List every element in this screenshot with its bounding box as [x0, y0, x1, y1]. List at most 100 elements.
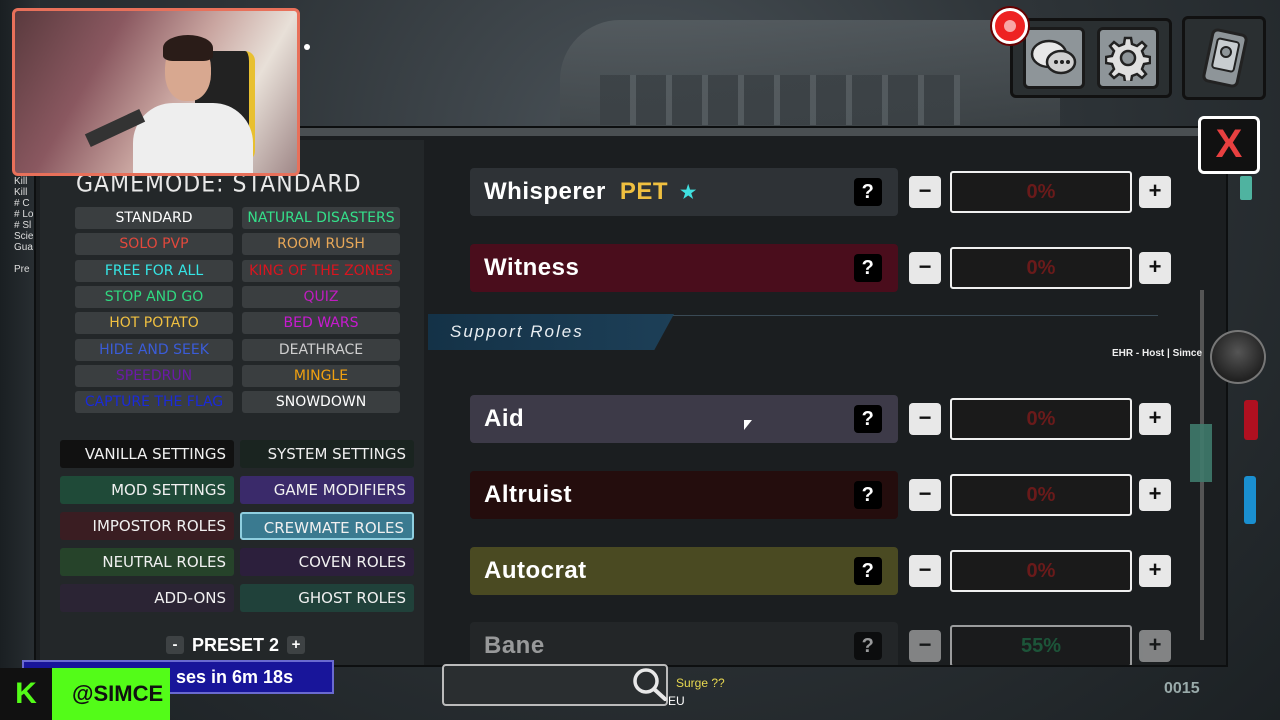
- gamemode-button[interactable]: DEATHRACE: [242, 338, 400, 361]
- gamemode-button[interactable]: KING OF THE ZONES: [242, 259, 400, 282]
- category-button[interactable]: MOD SETTINGS: [60, 476, 234, 504]
- spawn-chance-value: 0%: [950, 550, 1132, 592]
- decrease-button[interactable]: −: [909, 479, 941, 511]
- background-ship-window: [600, 75, 960, 125]
- decrease-button[interactable]: −: [909, 176, 941, 208]
- side-log-line: Kill: [14, 176, 28, 187]
- category-button[interactable]: CREWMATE ROLES: [240, 512, 414, 540]
- role-name: Witness: [484, 254, 580, 281]
- section-header-support-roles: Support Roles: [428, 314, 674, 350]
- spawn-chance-value: 0%: [950, 247, 1132, 289]
- role-name: Altruist: [484, 481, 572, 508]
- search-icon[interactable]: [630, 666, 670, 702]
- category-button[interactable]: COVEN ROLES: [240, 548, 414, 576]
- decrease-button[interactable]: −: [909, 555, 941, 587]
- gamemode-button[interactable]: ROOM RUSH: [242, 233, 400, 256]
- increase-button[interactable]: +: [1139, 403, 1171, 435]
- increase-button[interactable]: +: [1139, 252, 1171, 284]
- side-log-line: # Lo: [14, 209, 34, 220]
- bottom-text-1: Surge ??: [676, 676, 725, 690]
- role-help-button[interactable]: ?: [854, 481, 882, 509]
- role-help-button[interactable]: ?: [854, 405, 882, 433]
- preset-prev-button[interactable]: -: [166, 636, 184, 654]
- side-accent-blue: [1244, 476, 1256, 524]
- side-log-line: # Sl: [14, 220, 32, 231]
- preset-label: PRESET 2: [192, 634, 280, 655]
- gamemode-button[interactable]: HIDE AND SEEK: [75, 338, 233, 361]
- increase-button[interactable]: +: [1139, 555, 1171, 587]
- category-button[interactable]: SYSTEM SETTINGS: [240, 440, 414, 468]
- role-row: Witness?: [470, 244, 898, 292]
- map-button[interactable]: [1182, 16, 1266, 100]
- side-accent-red: [1244, 400, 1258, 440]
- category-button[interactable]: VANILLA SETTINGS: [60, 440, 234, 468]
- side-log-line: Kill: [14, 187, 28, 198]
- webcam-person-hair: [163, 35, 213, 61]
- category-button[interactable]: ADD-ONS: [60, 584, 234, 612]
- host-avatar: [1210, 330, 1266, 384]
- map-icon: [1202, 28, 1248, 88]
- chat-bubbles-icon: [1030, 39, 1077, 75]
- gamemode-button[interactable]: BED WARS: [242, 312, 400, 335]
- category-button[interactable]: GHOST ROLES: [240, 584, 414, 612]
- decrease-button[interactable]: −: [909, 403, 941, 435]
- host-label: EHR - Host | Simce: [1112, 348, 1203, 359]
- webcam-person-body: [133, 103, 253, 173]
- category-button[interactable]: NEUTRAL ROLES: [60, 548, 234, 576]
- gamemode-button[interactable]: STANDARD: [75, 207, 233, 229]
- side-log-line: # C: [14, 198, 30, 209]
- spawn-chance-value: 0%: [950, 171, 1132, 213]
- spawn-chance-value: 55%: [950, 625, 1132, 665]
- category-button[interactable]: IMPOSTOR ROLES: [60, 512, 234, 540]
- increase-button[interactable]: +: [1139, 479, 1171, 511]
- role-list[interactable]: Support Roles Whisperer PET ★? −0% + Witness?…: [428, 140, 1208, 665]
- side-log-line: Gua: [14, 242, 33, 253]
- spawn-chance-value: 0%: [950, 474, 1132, 516]
- category-button[interactable]: GAME MODIFIERS: [240, 476, 414, 504]
- chat-button[interactable]: [1023, 27, 1085, 89]
- role-name: Aid: [484, 405, 525, 432]
- role-help-button[interactable]: ?: [854, 632, 882, 660]
- lobby-code: 0015: [1164, 680, 1200, 697]
- role-tag: PET: [619, 178, 669, 205]
- role-row: Autocrat?: [470, 547, 898, 595]
- gamemode-button[interactable]: QUIZ: [242, 285, 400, 308]
- decrease-button[interactable]: −: [909, 630, 941, 662]
- preset-next-button[interactable]: +: [287, 636, 306, 654]
- increase-button[interactable]: +: [1139, 176, 1171, 208]
- role-help-button[interactable]: ?: [854, 254, 882, 282]
- gamemode-button[interactable]: SNOWDOWN: [242, 391, 400, 414]
- side-log-line: Scie: [14, 231, 34, 242]
- role-help-button[interactable]: ?: [854, 178, 882, 206]
- role-row: Whisperer PET ★?: [470, 168, 898, 216]
- star-icon: ★: [680, 181, 697, 202]
- role-name: Whisperer: [484, 178, 606, 205]
- mouse-cursor: [744, 420, 752, 430]
- close-button[interactable]: X: [1198, 116, 1260, 174]
- scrollbar-thumb[interactable]: [1190, 424, 1212, 482]
- gamemode-button[interactable]: MINGLE: [242, 364, 400, 387]
- role-row: Aid?: [470, 395, 898, 443]
- gamemode-button[interactable]: NATURAL DISASTERS: [242, 207, 400, 229]
- gamemode-button[interactable]: SOLO PVP: [75, 233, 233, 256]
- gamemode-button[interactable]: STOP AND GO: [75, 285, 233, 308]
- gamemode-button[interactable]: HOT POTATO: [75, 312, 233, 335]
- role-help-button[interactable]: ?: [854, 557, 882, 585]
- gamemode-button[interactable]: SPEEDRUN: [75, 364, 233, 387]
- role-name: Bane: [484, 632, 545, 659]
- gamemode-button[interactable]: FREE FOR ALL: [75, 259, 233, 282]
- increase-button[interactable]: +: [1139, 630, 1171, 662]
- streamer-handle: @SIMCE: [52, 668, 170, 720]
- gear-icon: [1105, 36, 1151, 81]
- decrease-button[interactable]: −: [909, 252, 941, 284]
- hud-button-group: [1010, 18, 1172, 98]
- side-accent-teal: [1240, 176, 1252, 200]
- settings-button[interactable]: [1097, 27, 1159, 89]
- gamemode-button[interactable]: CAPTURE THE FLAG: [75, 391, 233, 414]
- kick-logo: K: [0, 668, 52, 720]
- role-name: Autocrat: [484, 557, 587, 584]
- decor-dot: [304, 44, 310, 50]
- role-row: Altruist?: [470, 471, 898, 519]
- webcam-overlay: [12, 8, 300, 176]
- preset-selector: - PRESET 2 +: [166, 632, 306, 658]
